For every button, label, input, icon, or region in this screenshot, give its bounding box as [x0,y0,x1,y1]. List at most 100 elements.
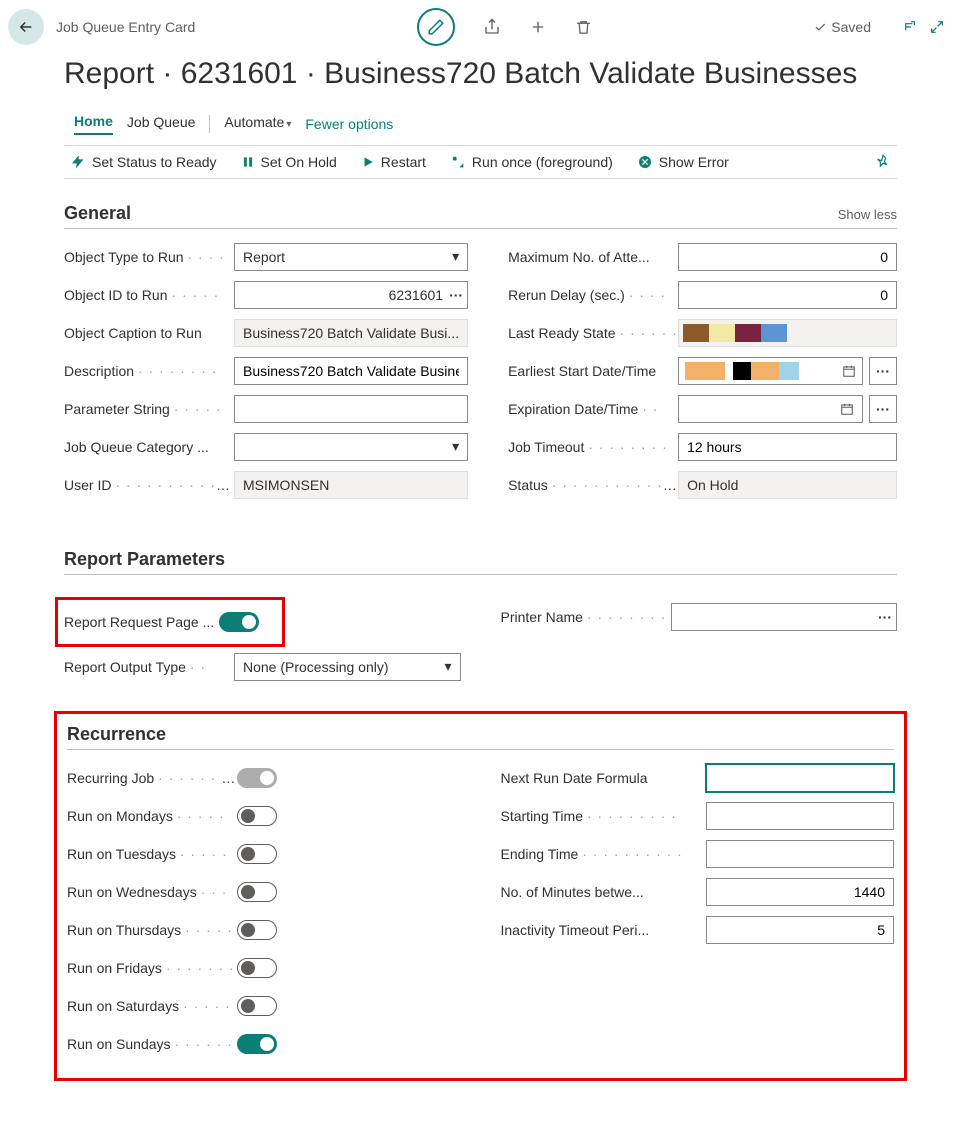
mon-toggle[interactable] [237,806,277,826]
expand-button[interactable] [929,19,945,35]
breadcrumb: Job Queue Entry Card [56,19,195,35]
object-id-input[interactable]: 6231601 ··· [234,281,468,309]
label-status: Status [508,477,548,493]
popout-icon [901,19,917,35]
label-wed: Run on Wednesdays [67,884,197,900]
status-value: On Hold [678,471,897,499]
parameter-string-input[interactable] [234,395,468,423]
label-description: Description [64,363,134,379]
show-less[interactable]: Show less [838,207,897,222]
calendar-icon [840,402,854,416]
rerun-delay-input[interactable] [678,281,897,309]
plus-icon [529,18,547,36]
redacted-block [685,362,799,380]
tab-automate[interactable]: Automate▾ [224,114,291,134]
tue-toggle[interactable] [237,844,277,864]
chevron-down-icon: ▾ [452,438,459,455]
label-output-type: Report Output Type [64,659,186,675]
section-recurrence-highlight: Recurrence Recurring Job · · · · · · · ·… [54,711,907,1081]
label-user-id: User ID [64,477,111,493]
label-inactivity: Inactivity Timeout Peri... [501,922,706,938]
job-queue-cat-select[interactable]: ▾ [234,433,468,461]
job-timeout-input[interactable] [678,433,897,461]
output-type-select[interactable]: None (Processing only) ▾ [234,653,461,681]
action-set-hold[interactable]: Set On Hold [241,154,337,170]
object-type-select[interactable]: Report ▾ [234,243,468,271]
sat-toggle[interactable] [237,996,277,1016]
label-tue: Run on Tuesdays [67,846,176,862]
section-report-params: Report Parameters Report Request Page ..… [64,549,897,691]
label-max-attempts: Maximum No. of Atte... [508,249,678,265]
user-id-value: MSIMONSEN [234,471,468,499]
fri-toggle[interactable] [237,958,277,978]
lookup-icon[interactable]: ··· [449,287,463,303]
label-job-timeout: Job Timeout [508,439,584,455]
printer-input[interactable]: ··· [671,603,898,631]
last-ready-value [678,319,897,347]
description-input[interactable] [234,357,468,385]
error-icon [637,154,653,170]
saved-indicator: Saved [813,19,871,35]
back-button[interactable] [8,9,44,45]
action-restart[interactable]: Restart [361,154,426,170]
object-caption-value: Business720 Batch Validate Busi... [234,319,468,347]
minutes-between-input[interactable] [706,878,895,906]
label-sun: Run on Sundays [67,1036,171,1052]
play-icon [361,155,375,169]
assist-button[interactable]: ··· [869,395,897,423]
thu-toggle[interactable] [237,920,277,940]
action-set-ready[interactable]: Set Status to Ready [70,154,217,170]
recurring-toggle[interactable] [237,768,277,788]
tab-home[interactable]: Home [74,113,113,135]
action-show-error[interactable]: Show Error [637,154,729,170]
redacted-block [683,324,787,342]
earliest-start-input[interactable] [678,357,863,385]
chevron-down-icon: ▾ [452,248,459,265]
arrow-left-icon [17,18,35,36]
section-general: General Show less Object Type to Run · ·… [64,203,897,509]
action-run-once[interactable]: Run once (foreground) [450,154,613,170]
assist-button[interactable]: ··· [869,357,897,385]
edit-button[interactable] [417,8,455,46]
trash-icon [575,19,592,36]
label-thu: Run on Thursdays [67,922,181,938]
label-recurring: Recurring Job [67,770,154,786]
label-object-type: Object Type to Run [64,249,184,265]
pause-icon [241,155,255,169]
new-button[interactable] [529,18,547,36]
label-ending: Ending Time [501,846,579,862]
fewer-options[interactable]: Fewer options [305,116,393,132]
label-job-queue-cat: Job Queue Category ... [64,439,234,455]
pin-button[interactable] [875,154,891,170]
label-param-string: Parameter String [64,401,170,417]
run-icon [450,154,466,170]
pin-icon [875,154,891,170]
pencil-icon [427,18,445,36]
request-page-toggle[interactable] [219,612,259,632]
lightning-icon [70,154,86,170]
next-run-input[interactable] [706,764,895,792]
page-title: Report · 6231601 · Business720 Batch Val… [0,46,880,95]
label-earliest-start: Earliest Start Date/Time [508,363,678,379]
label-next-run: Next Run Date Formula [501,770,706,786]
inactivity-input[interactable] [706,916,895,944]
label-object-id: Object ID to Run [64,287,168,303]
tab-job-queue[interactable]: Job Queue [127,114,196,134]
wed-toggle[interactable] [237,882,277,902]
share-button[interactable] [483,18,501,36]
share-icon [483,18,501,36]
check-icon [813,20,827,34]
lookup-icon[interactable]: ··· [878,609,892,625]
label-expiration: Expiration Date/Time [508,401,638,417]
sun-toggle[interactable] [237,1034,277,1054]
label-mon: Run on Mondays [67,808,173,824]
ending-time-input[interactable] [706,840,895,868]
expiration-input[interactable] [678,395,863,423]
starting-time-input[interactable] [706,802,895,830]
label-printer: Printer Name [501,609,583,625]
label-object-caption: Object Caption to Run [64,325,234,341]
max-attempts-input[interactable] [678,243,897,271]
popout-button[interactable] [901,19,917,35]
label-request-page: Report Request Page ... [64,614,219,630]
delete-button[interactable] [575,19,592,36]
